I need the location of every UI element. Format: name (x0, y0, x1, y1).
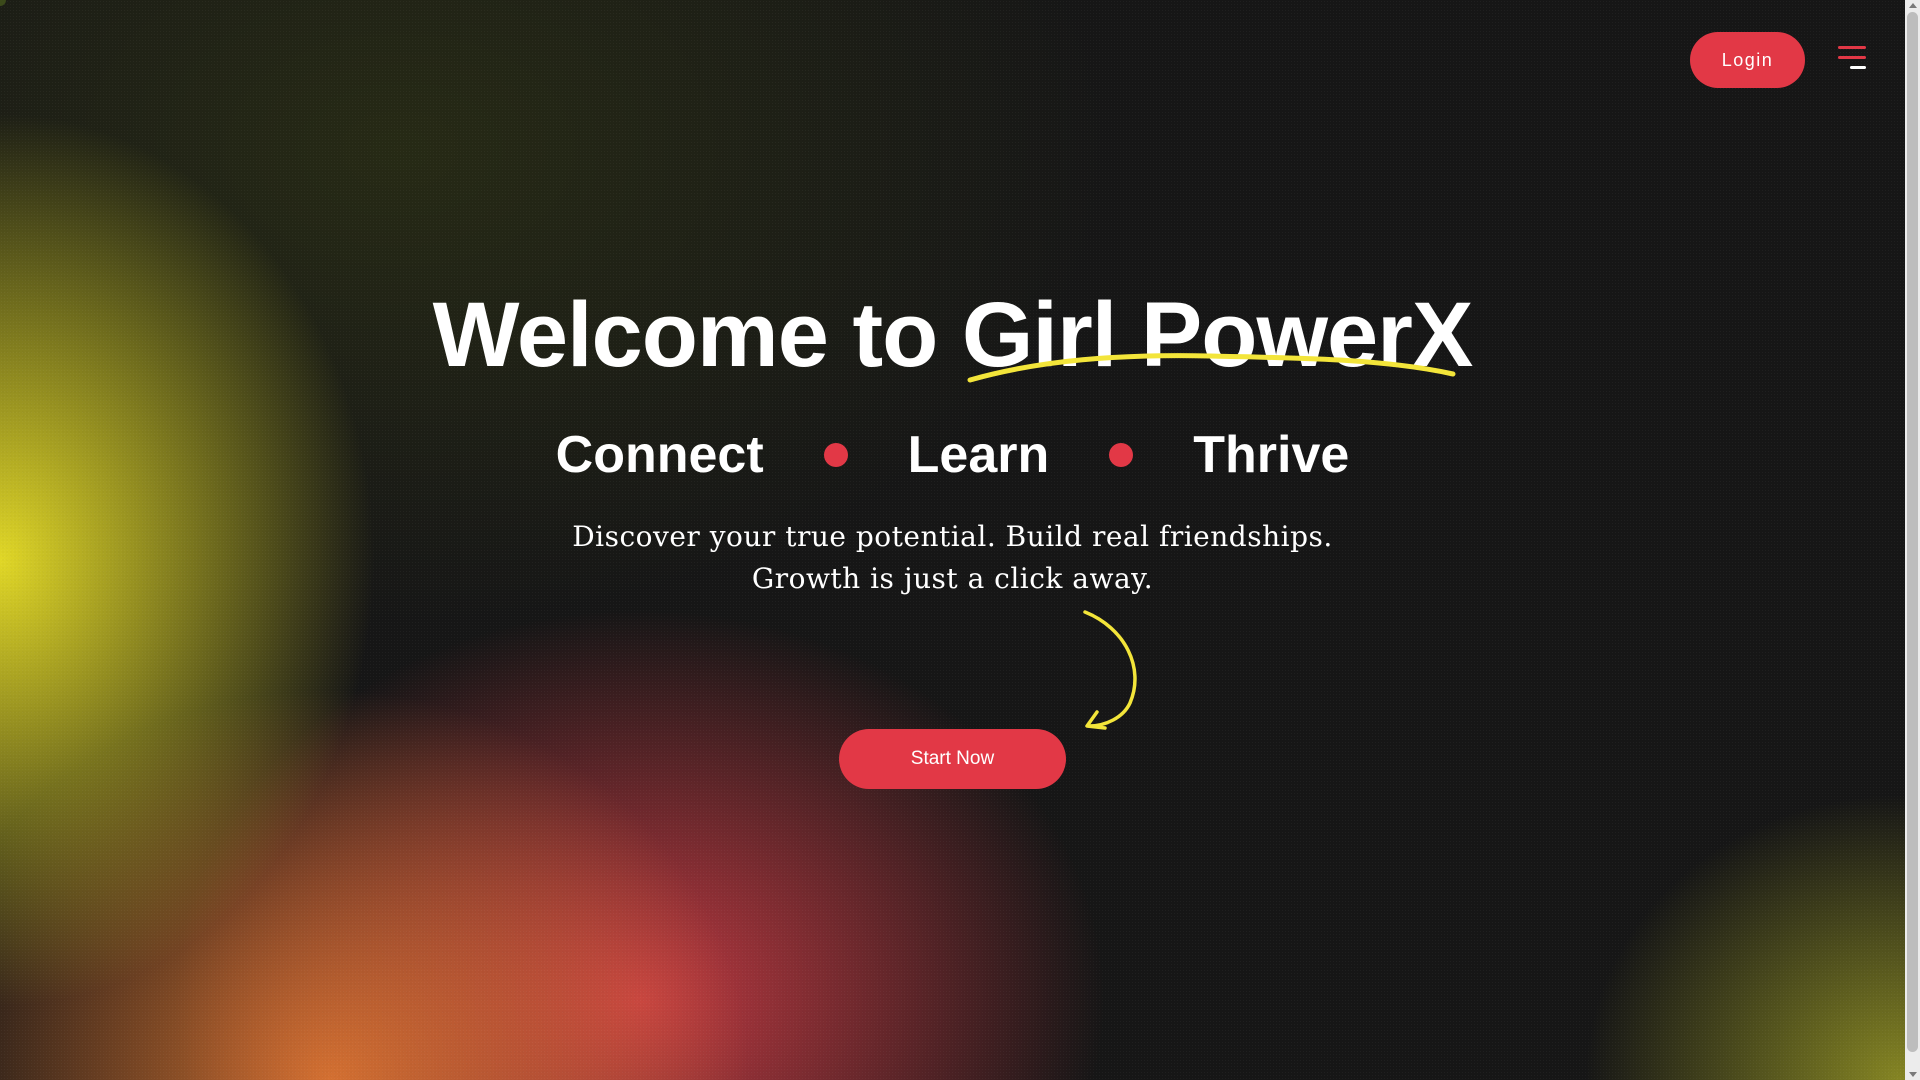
menu-line-top (1838, 46, 1866, 49)
hero-title: Welcome to Girl PowerX (432, 284, 1474, 386)
scroll-up-icon[interactable] (1909, 3, 1917, 8)
start-now-button[interactable]: Start Now (839, 729, 1066, 789)
hero-tagline: Discover your true potential. Build real… (0, 516, 1905, 600)
menu-line-middle (1838, 56, 1866, 59)
vertical-scrollbar[interactable] (1905, 0, 1920, 1080)
tagline-line-2: Growth is just a click away. (751, 562, 1154, 595)
hamburger-menu-icon[interactable] (1836, 46, 1866, 74)
corner-mark (0, 0, 6, 6)
login-button[interactable]: Login (1690, 32, 1805, 88)
scrollbar-thumb[interactable] (1907, 12, 1918, 1052)
pillar-connect: Connect (555, 426, 764, 484)
scroll-down-icon[interactable] (1909, 1072, 1917, 1077)
title-underline-squiggle (967, 353, 1456, 383)
tagline-line-1: Discover your true potential. Build real… (572, 520, 1333, 553)
landing-page: Login Welcome to Girl PowerX Connect Lea… (0, 0, 1920, 1080)
pillar-thrive: Thrive (1193, 426, 1350, 484)
separator-dot (823, 443, 848, 467)
separator-dot (1109, 443, 1134, 467)
curved-arrow-icon (1083, 610, 1137, 730)
pillar-learn: Learn (907, 426, 1050, 484)
menu-line-bottom (1850, 66, 1866, 69)
pillars-row: Connect Learn Thrive (0, 418, 1905, 492)
